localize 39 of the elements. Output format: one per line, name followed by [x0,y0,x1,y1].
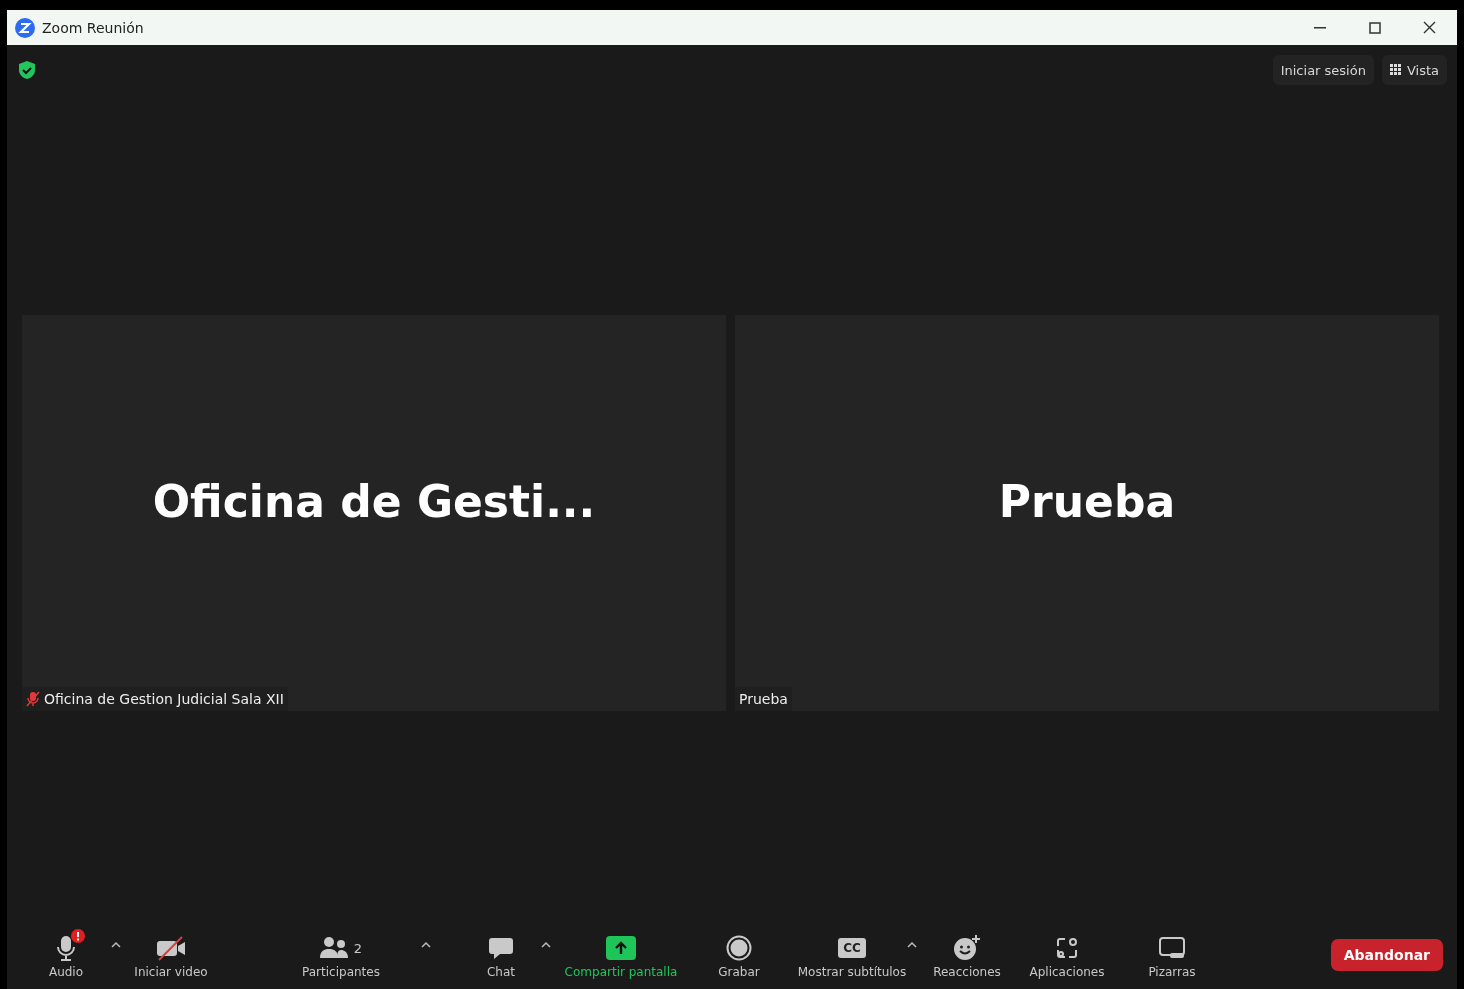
smiley-plus-icon [953,934,981,962]
close-icon[interactable] [1423,21,1436,34]
toolbar-button[interactable]: Aplicaciones [1029,965,1105,979]
participant-name: Oficina de Gesti... [151,474,597,529]
whiteboard-icon [1158,936,1186,960]
toolbar-button[interactable]: Participantes [302,965,380,979]
toolbar-button[interactable]: Chat [486,965,515,979]
microphone-icon [55,934,77,962]
app-logo-icon [15,17,35,38]
toolbar-button[interactable]: Compartir pantalla [564,965,678,979]
caret-icon[interactable] [907,941,917,949]
shield-check-icon[interactable] [19,61,35,79]
share-screen-icon [606,936,636,960]
caret-icon[interactable] [421,941,431,949]
name-label: Oficina de Gestion Judicial Sala XII [44,691,284,707]
captions-icon: CC [838,938,866,958]
participant-count: 2 [353,940,363,956]
toolbar-button[interactable]: Pizarras [1148,965,1196,979]
chat-icon [488,936,514,960]
participants-icon [319,936,350,960]
maximize-icon[interactable] [1368,21,1381,34]
name-label: Prueba [739,691,788,707]
toolbar-button[interactable]: Iniciar video [134,965,208,979]
apps-icon [1055,936,1079,960]
grid-icon [1389,64,1402,76]
video-off-icon [155,935,187,961]
caret-icon[interactable] [111,941,121,949]
toolbar-button[interactable]: Audio [48,965,84,979]
toolbar-button[interactable]: Mostrar subtítulos [797,965,907,979]
sign-in-button[interactable]: Iniciar sesión [1272,55,1374,85]
toolbar-button[interactable]: Reacciones [933,965,1001,979]
view-button[interactable]: Vista [1381,55,1447,85]
toolbar-button[interactable]: Grabar [718,965,760,979]
record-icon [726,935,752,961]
participant-name: Prueba [997,474,1177,529]
minimize-icon[interactable] [1313,26,1326,29]
leave-button[interactable]: Abandonar [1330,939,1443,971]
window-title: Zoom Reunión [42,19,145,36]
caret-icon[interactable] [541,941,551,949]
